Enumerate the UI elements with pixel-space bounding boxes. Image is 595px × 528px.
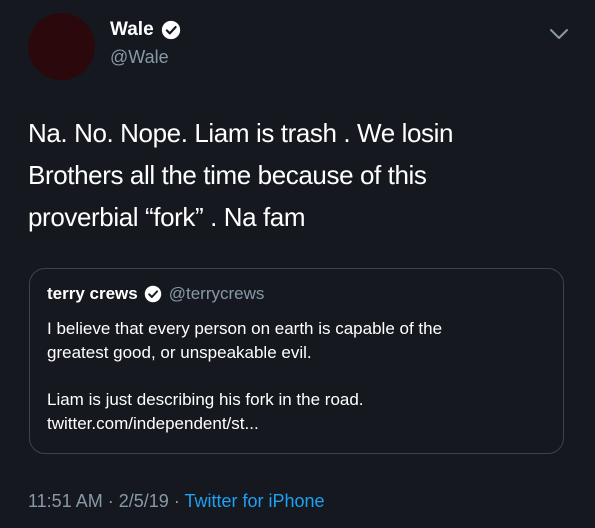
chevron-down-icon[interactable] bbox=[549, 27, 569, 41]
quoted-tweet-card[interactable]: terry crews @terrycrews I believe that e… bbox=[29, 268, 564, 454]
verified-badge-icon bbox=[144, 285, 161, 303]
verified-badge-icon bbox=[161, 20, 180, 40]
avatar[interactable] bbox=[28, 13, 95, 80]
quoted-link: twitter.com/independent/st... bbox=[47, 414, 259, 433]
tweet-text-line: Na. No. Nope. Liam is trash . We losin bbox=[28, 118, 454, 148]
tweet-time[interactable]: 11:51 AM bbox=[28, 491, 103, 511]
author-name-row: Wale bbox=[110, 17, 181, 43]
quoted-text-line: greatest good, or unspeakable evil. bbox=[47, 343, 312, 362]
tweet-date[interactable]: 2/5/19 bbox=[119, 491, 169, 511]
quoted-text-line: I believe that every person on earth is … bbox=[47, 319, 443, 338]
tweet-meta: 11:51 AM · 2/5/19 · Twitter for iPhone bbox=[28, 491, 325, 512]
quoted-text-line: Liam is just describing his fork in the … bbox=[47, 390, 364, 409]
tweet-text: Na. No. Nope. Liam is trash . We losin B… bbox=[28, 112, 568, 238]
tweet-text-line: proverbial “fork” . Na fam bbox=[28, 202, 306, 232]
tweet-source-link[interactable]: Twitter for iPhone bbox=[185, 491, 325, 511]
quoted-author-name: terry crews bbox=[47, 284, 138, 303]
meta-separator: · bbox=[107, 491, 114, 511]
meta-separator: · bbox=[173, 491, 180, 511]
tweet-text-line: Brothers all the time because of this bbox=[28, 160, 427, 190]
quoted-author-handle: @terrycrews bbox=[168, 284, 265, 303]
author-name[interactable]: Wale bbox=[110, 19, 154, 41]
author-handle[interactable]: @Wale bbox=[110, 47, 169, 68]
quoted-tweet-header: terry crews @terrycrews bbox=[47, 284, 264, 304]
quoted-tweet-text: I believe that every person on earth is … bbox=[47, 317, 547, 436]
